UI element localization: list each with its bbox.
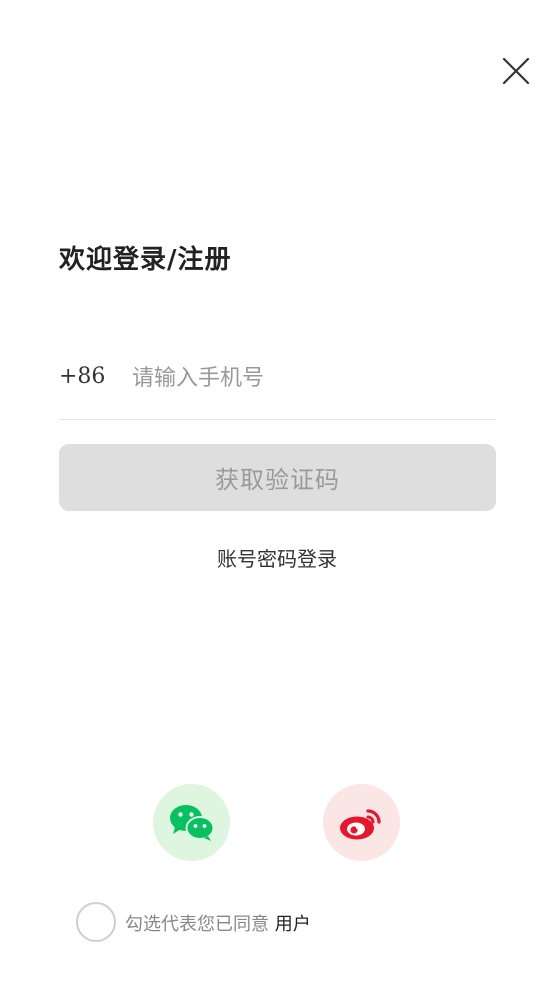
weibo-login-button[interactable]: [323, 784, 400, 861]
agreement-checkbox[interactable]: [76, 902, 116, 942]
country-code[interactable]: +86: [59, 364, 105, 389]
agreement-prefix: 勾选代表您已同意: [125, 914, 275, 935]
page-title: 欢迎登录/注册: [59, 245, 232, 275]
agreement-row: 勾选代表您已同意 用户: [76, 902, 496, 942]
weibo-icon: [339, 808, 381, 839]
agreement-fade-overlay: [316, 902, 406, 942]
user-agreement-link[interactable]: 用户: [275, 914, 311, 935]
phone-field-row: +86: [59, 346, 496, 420]
wechat-icon: [169, 804, 214, 841]
wechat-login-button[interactable]: [153, 784, 230, 861]
get-verification-code-button[interactable]: 获取验证码: [59, 444, 496, 511]
password-login-link[interactable]: 账号密码登录: [0, 543, 554, 572]
close-icon[interactable]: [498, 53, 534, 89]
phone-input[interactable]: [132, 360, 482, 396]
agreement-text: 勾选代表您已同意 用户: [125, 910, 311, 936]
